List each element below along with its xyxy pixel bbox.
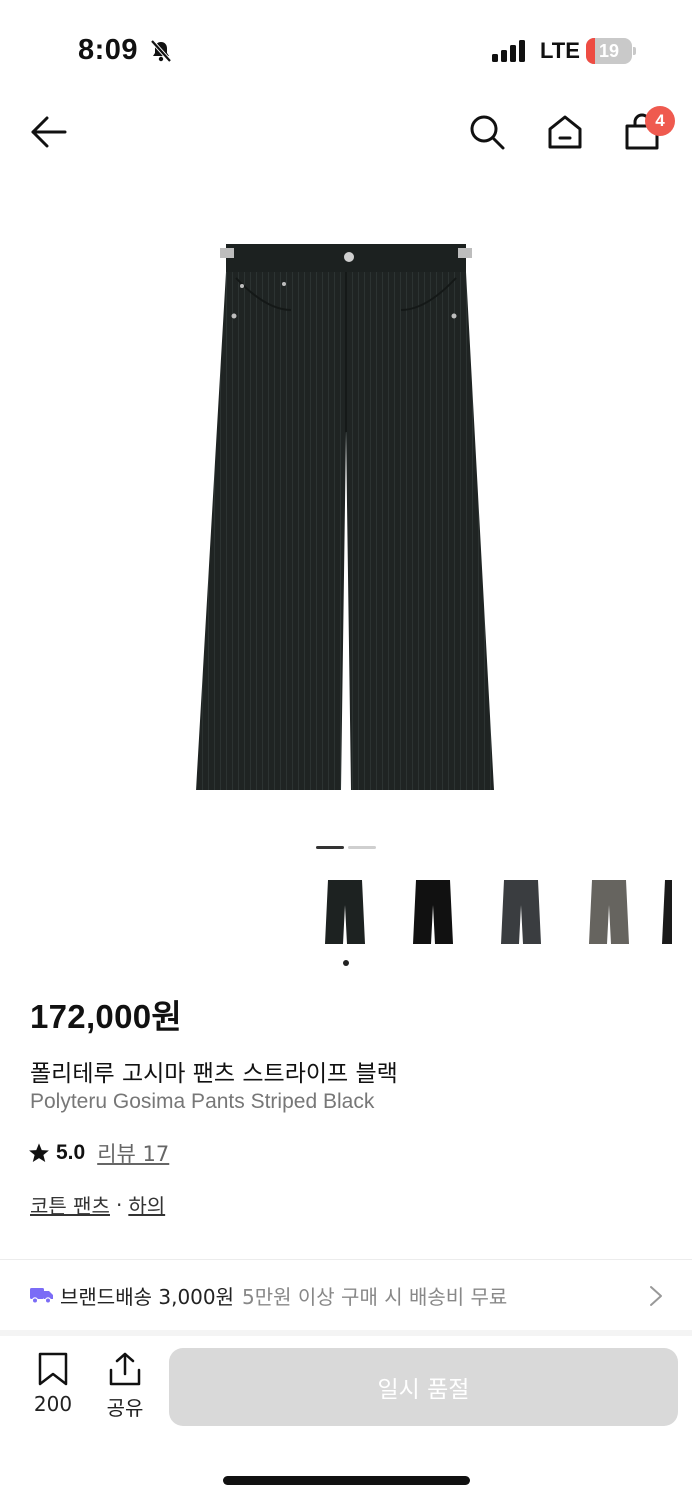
- search-button[interactable]: [465, 110, 509, 154]
- color-option-striped-black[interactable]: [310, 872, 380, 952]
- category-breadcrumb: 코튼 팬츠 · 하의: [30, 1190, 165, 1219]
- bookmark-icon: [38, 1352, 68, 1386]
- image-pager: [316, 846, 376, 850]
- bottom-action-bar: 200 공유 일시 품절: [0, 1336, 692, 1446]
- pants-thumbnail: [501, 880, 541, 944]
- color-option-charcoal[interactable]: [486, 872, 556, 952]
- rating-row: 5.0 리뷰 17: [28, 1138, 169, 1168]
- pants-thumbnail: [589, 880, 629, 944]
- status-time: 8:09: [78, 34, 139, 66]
- color-options: [310, 872, 692, 962]
- bookmark-button[interactable]: 200: [28, 1352, 78, 1422]
- search-icon: [470, 115, 505, 150]
- free-shipping-note: 5만원 이상 구매 시 배송비 무료: [242, 1284, 508, 1309]
- cart-count-badge: 4: [645, 106, 675, 136]
- pants-thumbnail: [413, 880, 453, 944]
- shipping-info-row[interactable]: 브랜드배송 3,000원 5만원 이상 구매 시 배송비 무료: [0, 1260, 692, 1330]
- bell-muted-icon: [150, 39, 172, 63]
- shipping-fee: 브랜드배송 3,000원: [60, 1284, 235, 1309]
- product-name-korean: 폴리테루 고시마 팬츠 스트라이프 블랙: [30, 1061, 398, 1087]
- rating-value: 5.0: [56, 1141, 86, 1164]
- product-price: 172,000원: [30, 998, 183, 1035]
- striped-pants-image: [196, 244, 494, 790]
- selected-color-indicator: [343, 960, 349, 966]
- truck-icon: [30, 1288, 53, 1304]
- category-separator: ·: [115, 1192, 123, 1217]
- home-icon: [548, 115, 582, 149]
- color-option-black[interactable]: [398, 872, 468, 952]
- pants-thumbnail: [662, 880, 672, 944]
- pants-thumbnail: [325, 880, 365, 944]
- share-icon: [109, 1352, 141, 1386]
- battery-icon: 19: [586, 38, 636, 64]
- bookmark-count: 200: [33, 1392, 73, 1416]
- color-option-partial[interactable]: [662, 872, 692, 952]
- star-icon: [29, 1143, 49, 1162]
- sold-out-button[interactable]: 일시 품절: [169, 1348, 678, 1426]
- home-button[interactable]: [543, 110, 587, 154]
- review-link[interactable]: 리뷰 17: [97, 1138, 169, 1168]
- share-label: 공유: [106, 1396, 144, 1420]
- arrow-left-icon: [31, 116, 67, 148]
- pager-dot-active: [316, 846, 344, 849]
- product-name-english: Polyteru Gosima Pants Striped Black: [30, 1090, 375, 1113]
- home-indicator: [223, 1476, 470, 1485]
- battery-level: 19: [598, 41, 620, 61]
- top-nav: [0, 100, 692, 170]
- back-button[interactable]: [26, 110, 70, 154]
- share-button[interactable]: 공유: [100, 1352, 150, 1422]
- color-option-grey[interactable]: [574, 872, 644, 952]
- chevron-right-icon: [650, 1286, 662, 1306]
- status-bar: 8:09 LTE 19: [0, 0, 692, 100]
- category-link-cotton-pants[interactable]: 코튼 팬츠: [30, 1190, 110, 1219]
- category-link-bottoms[interactable]: 하의: [128, 1190, 165, 1219]
- product-image[interactable]: [0, 200, 692, 830]
- pager-dot: [348, 846, 376, 849]
- cellular-signal-icon: [492, 40, 525, 62]
- network-type: LTE: [540, 38, 580, 63]
